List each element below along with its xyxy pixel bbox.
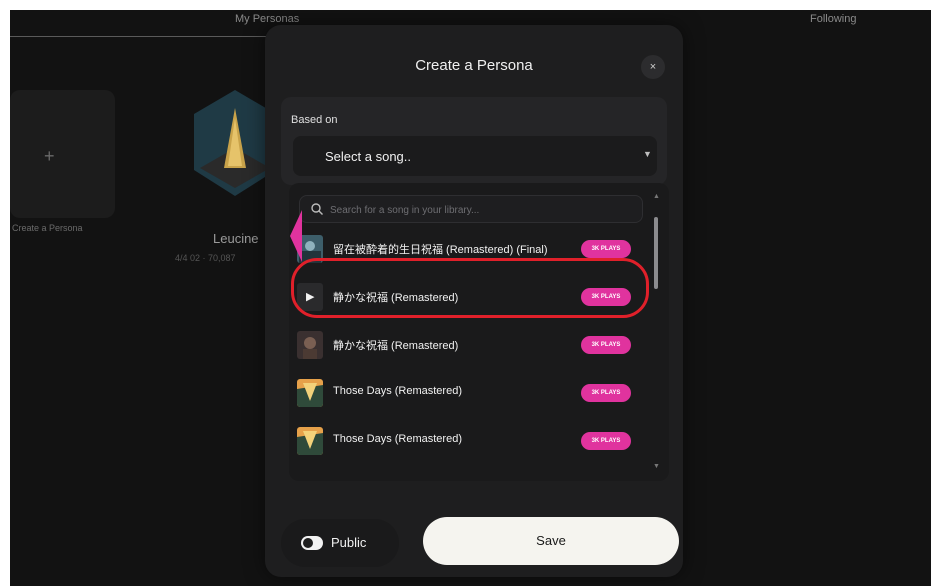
collapse-arrow-icon[interactable] <box>288 210 304 262</box>
based-on-label: Based on <box>291 114 338 126</box>
plus-icon: + <box>44 146 55 166</box>
toggle-knob <box>303 538 313 548</box>
dropdown-scrollbar[interactable]: ▲ ▼ <box>653 193 660 478</box>
close-button[interactable]: × <box>641 55 665 79</box>
search-icon <box>311 203 323 215</box>
plays-badge: 3K PLAYS <box>581 240 631 258</box>
selection-highlight <box>291 258 649 318</box>
song-select[interactable]: Select a song.. ▼ <box>293 136 657 176</box>
song-row[interactable]: 静かな祝福 (Remastered) 3K PLAYS <box>289 323 647 367</box>
plays-badge: 3K PLAYS <box>581 336 631 354</box>
persona-meta: 4/4 02 · 70,087 <box>175 253 236 263</box>
public-toggle-control[interactable]: Public <box>281 519 399 567</box>
song-title: Those Days (Remastered) <box>333 433 462 445</box>
public-toggle[interactable] <box>301 536 323 550</box>
create-persona-card[interactable] <box>10 90 115 218</box>
based-on-section: Based on Select a song.. ▼ <box>281 97 667 185</box>
tab-my-personas[interactable]: My Personas <box>235 13 299 25</box>
persona-name: Leucine <box>213 231 259 246</box>
plays-badge: 3K PLAYS <box>581 432 631 450</box>
public-label: Public <box>331 535 367 550</box>
modal-title: Create a Persona <box>415 57 533 74</box>
song-dropdown: 留在被酔着的生日祝福 (Remastered) (Final) 3K PLAYS… <box>289 183 669 481</box>
close-icon: × <box>649 61 657 73</box>
search-box[interactable] <box>299 195 643 223</box>
song-thumbnail <box>297 379 323 407</box>
song-select-value: Select a song.. <box>325 149 411 164</box>
song-title: 留在被酔着的生日祝福 (Remastered) (Final) <box>333 244 548 256</box>
song-row[interactable]: Those Days (Remastered) 3K PLAYS <box>289 371 647 415</box>
create-persona-label: Create a Persona <box>12 223 83 233</box>
scroll-thumb[interactable] <box>654 217 658 289</box>
scroll-up-icon[interactable]: ▲ <box>653 193 660 200</box>
save-button[interactable]: Save <box>423 517 679 565</box>
chevron-down-icon: ▼ <box>643 149 652 159</box>
modal-footer: Public Save <box>281 515 679 567</box>
plays-badge: 3K PLAYS <box>581 384 631 402</box>
song-title: Those Days (Remastered) <box>333 385 462 397</box>
song-thumbnail <box>297 427 323 455</box>
tab-following[interactable]: Following <box>810 13 856 25</box>
song-thumbnail <box>297 331 323 359</box>
song-title: 静かな祝福 (Remastered) <box>333 340 459 352</box>
song-row[interactable]: Those Days (Remastered) 3K PLAYS <box>289 419 647 463</box>
search-input[interactable] <box>330 201 630 219</box>
scroll-down-icon[interactable]: ▼ <box>653 463 660 470</box>
